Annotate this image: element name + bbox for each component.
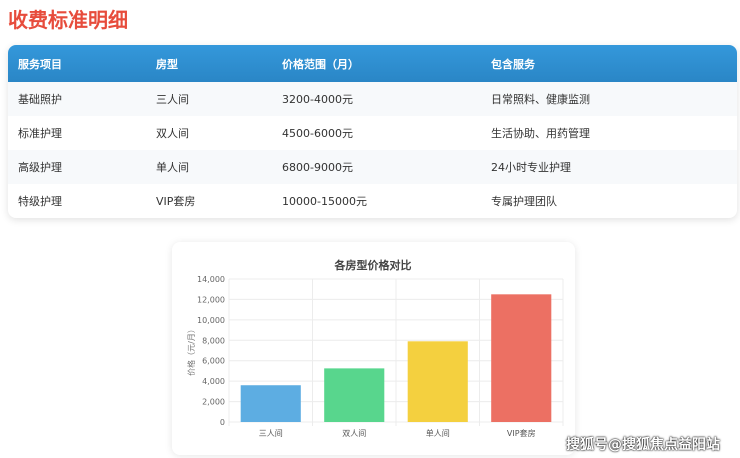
header-cell: 服务项目 [18, 57, 62, 71]
table-cell: 双人间 [156, 127, 189, 140]
bar-3 [491, 294, 552, 422]
table-cell: 高级护理 [18, 161, 62, 174]
table-cell: 特级护理 [18, 195, 62, 208]
header-cell: 价格范围（月） [282, 57, 359, 71]
y-tick-label: 2,000 [202, 398, 225, 407]
x-tick-label: 单人间 [426, 428, 450, 438]
y-tick-label: 8,000 [202, 336, 225, 345]
table-cell: 4500-6000元 [282, 127, 353, 140]
y-tick-label: 6,000 [202, 357, 225, 366]
x-tick-label: VIP套房 [507, 428, 536, 438]
table-cell: 单人间 [156, 161, 189, 174]
header-cell: 包含服务 [491, 57, 535, 71]
y-tick-label: 4,000 [202, 377, 225, 386]
x-tick-label: 三人间 [259, 429, 283, 438]
table-cell: VIP套房 [156, 195, 196, 208]
bar-chart: 各房型价格对比 0 2,000 4,000 6,000 8,000 10,000 12,000… [186, 258, 564, 438]
table-row: 标准护理 双人间 4500-6000元 生活协助、用药管理 [8, 116, 737, 150]
table-row: 特级护理 VIP套房 10000-15000元 专属护理团队 [8, 184, 737, 218]
table-cell: 专属护理团队 [491, 195, 557, 208]
table-cell: 生活协助、用药管理 [491, 127, 590, 140]
x-tick-label: 双人间 [342, 429, 366, 438]
y-axis-label: 价格（元/月） [186, 325, 196, 376]
table-cell: 标准护理 [18, 127, 62, 140]
chart-card: 各房型价格对比 0 2,000 4,000 6,000 8,000 10,000 12,000… [172, 242, 575, 455]
y-tick-label: 12,000 [197, 295, 225, 304]
bar-0 [240, 385, 301, 422]
bar-1 [324, 368, 385, 422]
pricing-table: 服务项目 房型 价格范围（月） 包含服务 基础照护 三人间 3200-4000元 日常… [8, 45, 737, 218]
table-cell: 3200-4000元 [282, 93, 353, 106]
table-cell: 6800-9000元 [282, 161, 353, 174]
table-cell: 24小时专业护理 [491, 161, 571, 174]
watermark: 搜狐号@搜狐焦点益阳站 [566, 437, 720, 453]
table-cell: 基础照护 [18, 93, 62, 106]
y-tick-label: 0 [220, 418, 225, 427]
table-cell: 10000-15000元 [282, 195, 367, 208]
table-header: 服务项目 房型 价格范围（月） 包含服务 [8, 45, 737, 82]
y-tick-label: 14,000 [197, 275, 225, 284]
y-tick-label: 10,000 [197, 316, 225, 325]
table-cell: 日常照料、健康监测 [491, 93, 590, 106]
table-row: 高级护理 单人间 6800-9000元 24小时专业护理 [8, 150, 737, 184]
bar-2 [407, 341, 468, 422]
table-cell: 三人间 [156, 93, 189, 106]
table-row: 基础照护 三人间 3200-4000元 日常照料、健康监测 [8, 82, 737, 116]
header-cell: 房型 [156, 57, 178, 71]
chart-title: 各房型价格对比 [334, 258, 412, 272]
page-title: 收费标准明细 [8, 8, 128, 32]
